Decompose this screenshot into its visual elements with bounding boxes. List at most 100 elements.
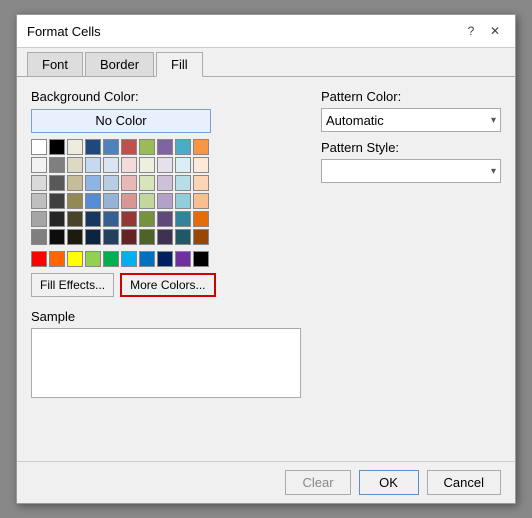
color-cell[interactable] [193,175,209,191]
color-cell[interactable] [175,211,191,227]
help-icon[interactable]: ? [461,21,481,41]
color-cell[interactable] [103,229,119,245]
color-cell[interactable] [175,193,191,209]
format-cells-dialog: Format Cells ? ✕ Font Border Fill Backgr… [16,14,516,504]
color-cell[interactable] [31,193,47,209]
color-row-4 [31,193,301,209]
color-cell[interactable] [121,211,137,227]
color-cell[interactable] [139,211,155,227]
color-row-2 [31,157,301,173]
color-cell[interactable] [175,139,191,155]
color-cell[interactable] [157,229,173,245]
color-cell[interactable] [67,211,83,227]
tab-font[interactable]: Font [27,52,83,76]
color-cell[interactable] [85,139,101,155]
color-cell[interactable] [103,139,119,155]
color-cell[interactable] [157,139,173,155]
color-row-1 [31,139,301,155]
color-cell[interactable] [31,157,47,173]
color-cell[interactable] [175,175,191,191]
color-cell[interactable] [67,139,83,155]
pattern-style-label: Pattern Style: [321,140,501,155]
color-cell[interactable] [85,175,101,191]
color-cell[interactable] [67,175,83,191]
ok-button[interactable]: OK [359,470,419,495]
color-cell[interactable] [157,193,173,209]
color-cell[interactable] [157,251,173,267]
color-cell[interactable] [175,229,191,245]
color-cell[interactable] [157,211,173,227]
color-cell[interactable] [139,157,155,173]
color-cell[interactable] [67,251,83,267]
color-row-standard [31,251,301,267]
left-panel: Background Color: No Color [31,89,301,451]
cancel-button[interactable]: Cancel [427,470,501,495]
title-bar-icons: ? ✕ [461,21,505,41]
color-cell[interactable] [193,229,209,245]
color-cell[interactable] [31,229,47,245]
color-cell[interactable] [193,211,209,227]
color-grid [31,139,301,267]
color-cell[interactable] [49,229,65,245]
color-cell[interactable] [31,251,47,267]
color-cell[interactable] [157,157,173,173]
pattern-color-dropdown[interactable]: Automatic ▾ [321,108,501,132]
color-cell[interactable] [121,251,137,267]
tab-bar: Font Border Fill [17,48,515,77]
color-cell[interactable] [85,251,101,267]
color-cell[interactable] [103,175,119,191]
color-cell[interactable] [67,193,83,209]
fill-effects-button[interactable]: Fill Effects... [31,273,114,297]
color-cell[interactable] [157,175,173,191]
tab-fill[interactable]: Fill [156,52,203,77]
sample-section: Sample [31,309,301,398]
close-icon[interactable]: ✕ [485,21,505,41]
no-color-button[interactable]: No Color [31,109,211,133]
color-cell[interactable] [49,251,65,267]
color-cell[interactable] [31,175,47,191]
color-cell[interactable] [49,193,65,209]
color-cell[interactable] [175,157,191,173]
color-cell[interactable] [139,251,155,267]
color-cell[interactable] [175,251,191,267]
color-cell[interactable] [193,139,209,155]
color-cell[interactable] [85,157,101,173]
color-cell[interactable] [139,193,155,209]
pattern-style-arrow-icon: ▾ [491,166,496,177]
color-cell[interactable] [139,229,155,245]
dialog-footer: Clear OK Cancel [17,461,515,503]
color-cell[interactable] [103,251,119,267]
color-cell[interactable] [139,139,155,155]
pattern-style-dropdown[interactable]: ▾ [321,159,501,183]
color-cell[interactable] [85,211,101,227]
color-cell[interactable] [121,175,137,191]
clear-button[interactable]: Clear [285,470,350,495]
color-cell[interactable] [67,229,83,245]
color-cell[interactable] [67,157,83,173]
color-cell[interactable] [193,251,209,267]
color-cell[interactable] [121,193,137,209]
sample-label: Sample [31,309,301,324]
pattern-color-arrow-icon: ▾ [491,115,496,126]
color-cell[interactable] [193,157,209,173]
more-colors-button[interactable]: More Colors... [120,273,215,297]
color-cell[interactable] [121,157,137,173]
color-cell[interactable] [121,229,137,245]
color-cell[interactable] [121,139,137,155]
color-cell[interactable] [49,139,65,155]
color-cell[interactable] [49,157,65,173]
background-color-label: Background Color: [31,89,301,104]
color-cell[interactable] [85,193,101,209]
color-cell[interactable] [193,193,209,209]
color-cell[interactable] [85,229,101,245]
dialog-title: Format Cells [27,24,101,39]
color-cell[interactable] [31,139,47,155]
color-cell[interactable] [139,175,155,191]
color-cell[interactable] [31,211,47,227]
color-cell[interactable] [103,157,119,173]
color-cell[interactable] [49,175,65,191]
color-cell[interactable] [103,193,119,209]
color-cell[interactable] [49,211,65,227]
tab-border[interactable]: Border [85,52,154,76]
color-cell[interactable] [103,211,119,227]
